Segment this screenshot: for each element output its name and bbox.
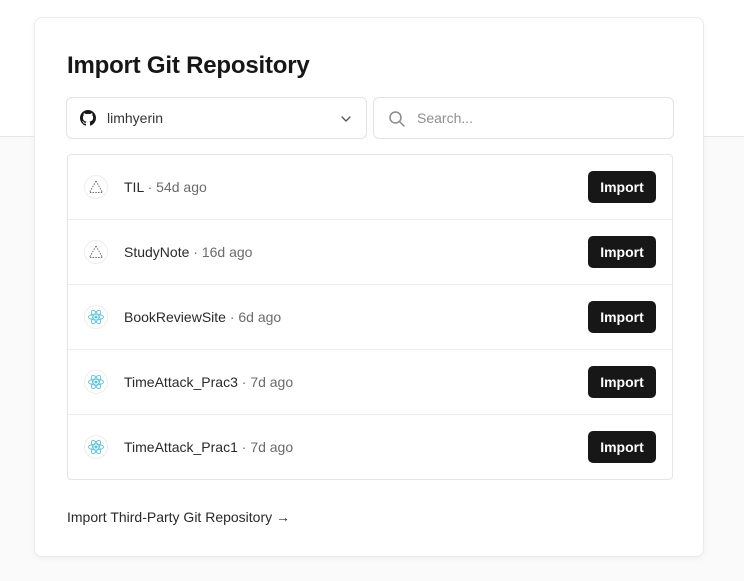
repository-info: TimeAttack_Prac3 · 7d ago: [124, 374, 293, 390]
repository-row: BookReviewSite · 6d ago Import: [68, 285, 672, 350]
repository-info: BookReviewSite · 6d ago: [124, 309, 281, 325]
import-button[interactable]: Import: [588, 366, 656, 398]
react-icon: [84, 435, 108, 459]
repository-name: TimeAttack_Prac3: [124, 374, 238, 390]
import-button[interactable]: Import: [588, 301, 656, 333]
separator: ·: [237, 439, 251, 455]
react-icon: [84, 305, 108, 329]
search-icon: [389, 111, 405, 127]
github-icon: [80, 110, 96, 126]
separator: ·: [237, 374, 251, 390]
chevron-down-icon: [341, 116, 351, 122]
repository-age: 7d ago: [250, 439, 294, 455]
repository-row: StudyNote · 16d ago Import: [68, 220, 672, 285]
search-box[interactable]: [373, 97, 674, 139]
repository-name: TIL: [124, 179, 144, 195]
separator: ·: [225, 309, 239, 325]
account-name: limhyerin: [107, 110, 164, 126]
repository-name: StudyNote: [124, 244, 190, 260]
separator: ·: [189, 244, 202, 260]
import-repository-card: Import Git Repository limhyerin TIL · 54…: [34, 17, 704, 557]
import-button[interactable]: Import: [588, 236, 656, 268]
repository-age: 7d ago: [250, 374, 294, 390]
repository-row: TIL · 54d ago Import: [68, 155, 672, 220]
vercel-triangle-icon: [84, 240, 108, 264]
repository-name: TimeAttack_Prac1: [124, 439, 238, 455]
search-input[interactable]: [417, 99, 662, 137]
repository-info: StudyNote · 16d ago: [124, 244, 252, 260]
repository-row: TimeAttack_Prac3 · 7d ago Import: [68, 350, 672, 415]
repository-info: TIL · 54d ago: [124, 179, 207, 195]
repository-age: 16d ago: [201, 244, 253, 260]
account-select[interactable]: limhyerin: [66, 97, 367, 139]
repository-list: TIL · 54d ago Import StudyNote · 16d ago…: [67, 154, 673, 480]
repository-age: 6d ago: [238, 309, 282, 325]
vercel-triangle-icon: [84, 175, 108, 199]
import-third-party-link[interactable]: Import Third-Party Git Repository →: [67, 509, 290, 525]
repository-age: 54d ago: [156, 179, 207, 195]
import-button[interactable]: Import: [588, 431, 656, 463]
page-title: Import Git Repository: [67, 52, 310, 79]
repository-info: TimeAttack_Prac1 · 7d ago: [124, 439, 293, 455]
repository-row: TimeAttack_Prac1 · 7d ago Import: [68, 415, 672, 479]
separator: ·: [143, 179, 157, 195]
repository-name: BookReviewSite: [124, 309, 226, 325]
import-button[interactable]: Import: [588, 171, 656, 203]
react-icon: [84, 370, 108, 394]
